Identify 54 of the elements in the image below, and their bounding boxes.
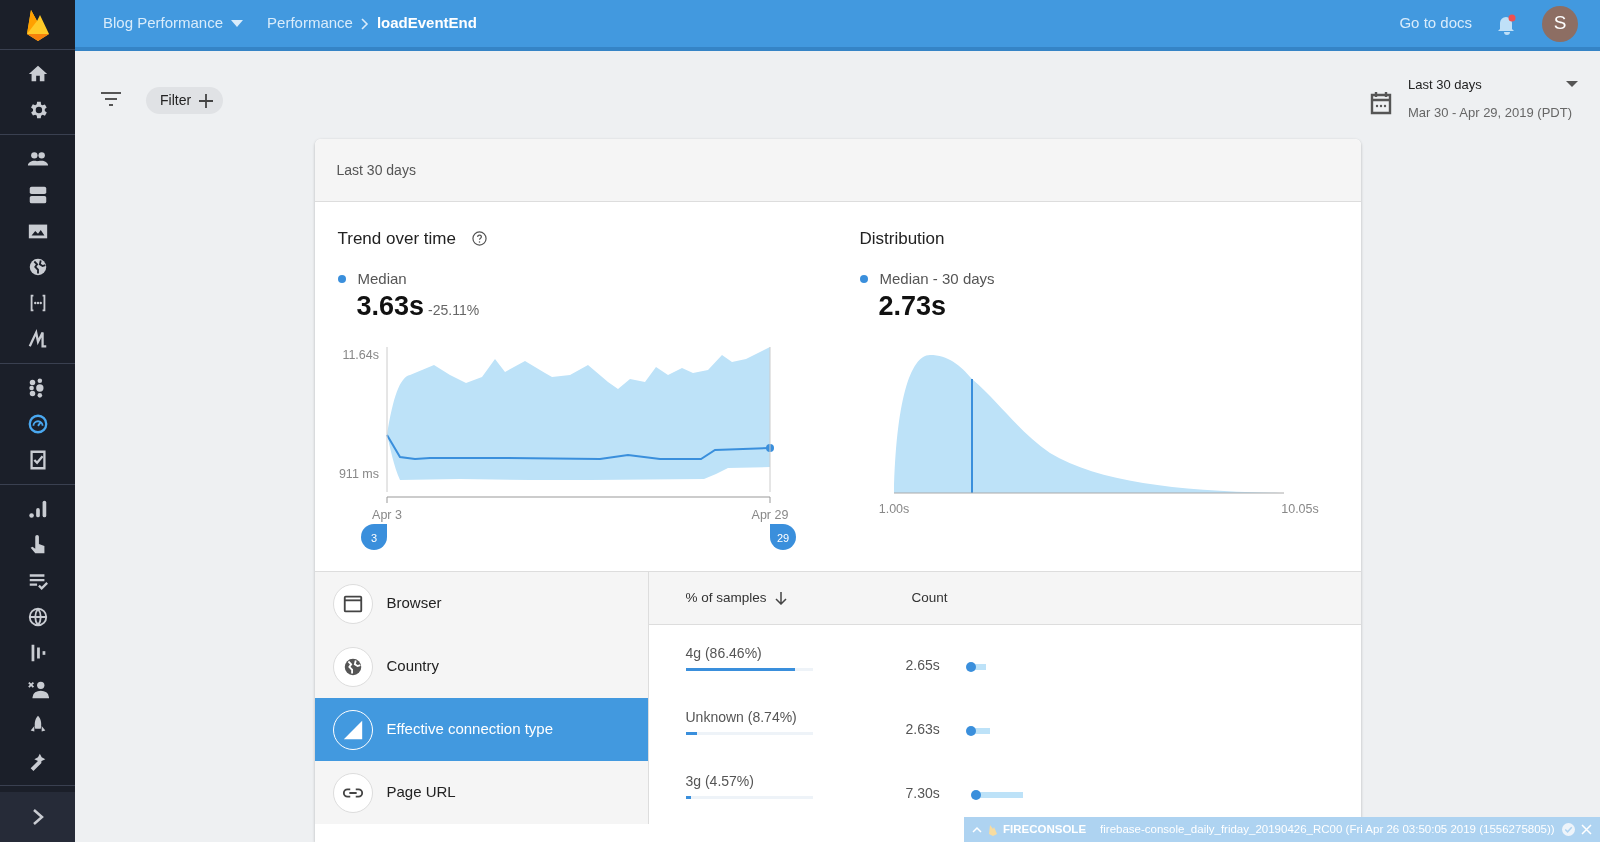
flame-icon	[988, 823, 997, 836]
end-point-marker	[765, 443, 774, 452]
date-range-text: Mar 30 - Apr 29, 2019 (PDT)	[1408, 103, 1573, 122]
dimension-tab[interactable]: Browser	[314, 572, 648, 635]
chevron-right-icon	[360, 17, 369, 30]
count-value: 2.63s	[905, 720, 941, 739]
caret-down-icon	[231, 19, 244, 28]
chart-title: Trend over time	[337, 228, 456, 250]
axis-label: Apr 3	[371, 507, 402, 522]
legend-label: Median	[357, 268, 407, 289]
sort-arrow-icon	[774, 591, 787, 605]
axis-label: 11.64s	[341, 347, 379, 362]
dimension-tab[interactable]: Page URL	[314, 761, 648, 824]
filter-chip[interactable]: Filter	[146, 87, 224, 114]
change-percent: -25.11%	[428, 301, 480, 320]
axis-label: 911 ms	[338, 466, 379, 481]
sidebar-nav-icon[interactable]	[26, 328, 49, 350]
row-label: Unknown (8.74%)	[685, 708, 798, 727]
row-label: 4g (86.46%)	[685, 644, 763, 663]
caret-down-icon	[1566, 81, 1578, 89]
sidebar-nav-icon[interactable]	[26, 606, 49, 628]
help-icon[interactable]	[471, 231, 487, 247]
card-title: Last 30 days	[336, 160, 416, 180]
range-marker-drawing	[965, 726, 990, 736]
calendar-icon	[1370, 91, 1392, 115]
filter-icon[interactable]	[100, 91, 122, 107]
median-value: 2.73s	[878, 291, 947, 321]
sidebar-nav-icon[interactable]	[26, 413, 49, 435]
count-value: 7.30s	[905, 784, 941, 803]
axis-label: 1.00s	[878, 501, 909, 516]
axis-label: Apr 29	[751, 507, 788, 522]
chart-title: Distribution	[859, 228, 946, 250]
dimension-tab[interactable]: Country	[314, 635, 648, 698]
median-value: 3.63s	[356, 290, 425, 323]
column-header[interactable]: Count	[911, 587, 948, 609]
range-marker-drawing	[965, 662, 986, 672]
range-marker-drawing	[970, 790, 1023, 800]
count-value: 2.65s	[905, 656, 941, 675]
column-header[interactable]: % of samples	[685, 587, 912, 609]
row-label: 3g (4.57%)	[685, 772, 755, 791]
axis-label: 10.05s	[1280, 501, 1319, 516]
check-circle-icon	[1562, 823, 1575, 836]
legend-dot-icon	[337, 274, 346, 283]
dimension-icon	[341, 718, 364, 741]
bell-icon[interactable]	[1496, 12, 1518, 35]
legend-dot-icon	[859, 274, 868, 283]
sidebar-nav-icon[interactable]	[26, 498, 49, 520]
build-info: firebase-console_daily_friday_20190426_RC00 (Fri Apr 26 03:50:05 2019 (1556275805))	[1100, 821, 1555, 837]
user-avatar[interactable]: S	[1542, 5, 1578, 42]
date-range-dropdown[interactable]: Last 30 days	[1408, 75, 1578, 95]
breadcrumb-item: loadEventEnd	[376, 13, 477, 34]
console-name: FIRECONSOLE	[1003, 821, 1087, 837]
plus-icon	[199, 93, 214, 108]
legend-label: Median - 30 days	[879, 268, 995, 289]
